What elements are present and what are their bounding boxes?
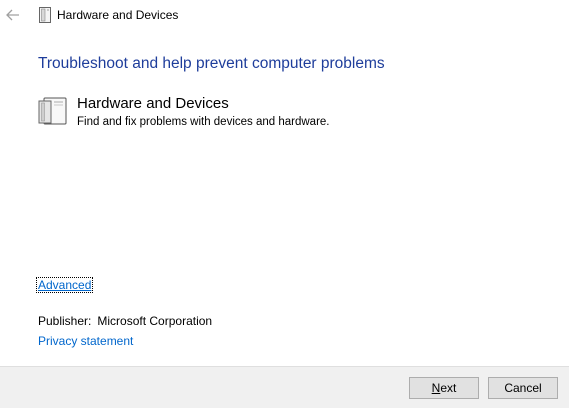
footer-bar: Next Cancel (0, 366, 569, 408)
page-heading: Troubleshoot and help prevent computer p… (38, 55, 385, 72)
title-bar: Hardware and Devices (0, 0, 569, 30)
publisher-label: Publisher: (38, 314, 92, 328)
hardware-devices-icon (39, 7, 51, 23)
back-arrow-icon (6, 9, 19, 21)
troubleshooter-description: Find and fix problems with devices and h… (77, 116, 330, 128)
advanced-link[interactable]: Advanced (35, 277, 94, 293)
next-button[interactable]: Next (409, 377, 479, 399)
publisher-info: Publisher: Microsoft Corporation (38, 314, 212, 328)
publisher-value: Microsoft Corporation (97, 314, 213, 328)
troubleshooter-name: Hardware and Devices (77, 95, 229, 112)
back-button[interactable] (4, 6, 22, 24)
hardware-devices-icon (38, 97, 67, 125)
cancel-button[interactable]: Cancel (488, 377, 558, 399)
privacy-statement-link[interactable]: Privacy statement (38, 334, 133, 348)
window-title: Hardware and Devices (57, 8, 179, 22)
next-button-label: ext (440, 381, 457, 395)
